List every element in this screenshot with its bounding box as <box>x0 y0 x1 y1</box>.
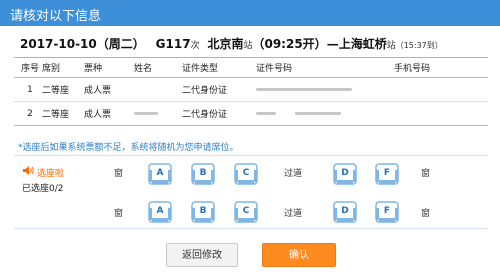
window-label-left: 窗 <box>114 209 124 219</box>
seat-a-letter: A <box>156 206 164 216</box>
seat-a-letter: A <box>156 168 164 178</box>
seat-a-row-1[interactable]: A <box>147 162 173 188</box>
seat-select-title: 选座啦 <box>37 168 65 179</box>
page-header: 请核对以下信息 <box>0 0 500 26</box>
row-phone <box>394 77 488 102</box>
seat-f-row-2[interactable]: F <box>374 200 400 226</box>
seat-d-letter: D <box>341 206 349 216</box>
table-row: 1 二等座 成人票 二代身份证 <box>14 77 488 102</box>
row-no: 1 <box>14 77 42 102</box>
row-ticket-type: 成人票 <box>84 101 134 126</box>
train-suffix: 次 <box>190 41 200 51</box>
seat-d-row-2[interactable]: D <box>332 200 358 226</box>
header-id-type: 证件类型 <box>182 57 256 78</box>
from-suffix: 站 <box>243 41 253 51</box>
header-id-number: 证件号码 <box>256 57 394 78</box>
speaker-icon <box>22 165 34 179</box>
seat-b-row-2[interactable]: B <box>190 200 216 226</box>
page-title: 请核对以下信息 <box>10 9 102 24</box>
confirm-button[interactable]: 确认 <box>262 243 336 267</box>
seat-b-letter: B <box>199 168 207 178</box>
row-id-number-redacted <box>256 101 394 126</box>
seat-d-letter: D <box>341 168 349 178</box>
from-station: 北京南 <box>207 37 244 51</box>
seat-selector: 选座啦 已选座0/2 窗 A B C 过道 D F 窗 窗 A B C 过道 D… <box>14 155 488 229</box>
window-label-right: 窗 <box>421 169 431 179</box>
row-name <box>134 77 182 102</box>
table-row: 2 二等座 成人票 二代身份证 <box>14 101 488 126</box>
seat-selected-count: 已选座0/2 <box>22 184 64 194</box>
trip-info: 2017-10-10（周二） G117次 北京南站（09:25开）—上海虹桥站（… <box>20 35 480 55</box>
aisle-label: 过道 <box>284 169 303 179</box>
depart-time: （09:25开） <box>252 37 327 51</box>
back-modify-button[interactable]: 返回修改 <box>166 243 238 267</box>
seat-f-letter: F <box>383 206 391 216</box>
window-label-left: 窗 <box>114 169 124 179</box>
seat-select-status: 选座啦 已选座0/2 <box>22 166 64 194</box>
seat-c-row-1[interactable]: C <box>233 162 259 188</box>
route-separator: — <box>326 37 339 51</box>
row-no: 2 <box>14 101 42 126</box>
redacted-mark <box>256 87 352 91</box>
header-no: 序号 <box>14 57 42 78</box>
seat-f-row-1[interactable]: F <box>374 162 400 188</box>
redacted-mark <box>134 111 158 115</box>
header-phone: 手机号码 <box>394 57 488 78</box>
to-suffix: 站 <box>386 41 396 51</box>
redacted-mark <box>294 111 341 115</box>
header-seat-class: 席别 <box>42 57 84 78</box>
header-name: 姓名 <box>134 57 182 78</box>
window-label-right: 窗 <box>421 209 431 219</box>
row-id-type: 二代身份证 <box>182 77 256 102</box>
train-number: G117 <box>155 37 191 51</box>
seat-c-letter: C <box>242 168 250 178</box>
seat-c-row-2[interactable]: C <box>233 200 259 226</box>
arrive-time: （15:37到） <box>395 41 443 50</box>
table-header-row: 序号 席别 票种 姓名 证件类型 证件号码 手机号码 <box>14 57 488 78</box>
to-station: 上海虹桥 <box>338 37 387 51</box>
trip-weekday: （周二） <box>96 37 145 51</box>
aisle-label: 过道 <box>284 209 303 219</box>
seat-d-row-1[interactable]: D <box>332 162 358 188</box>
header-ticket-type: 票种 <box>84 57 134 78</box>
row-ticket-type: 成人票 <box>84 77 134 102</box>
row-seat-class: 二等座 <box>42 77 84 102</box>
seat-a-row-2[interactable]: A <box>147 200 173 226</box>
redacted-mark <box>256 111 276 115</box>
row-name-redacted <box>134 101 182 126</box>
seat-b-letter: B <box>199 206 207 216</box>
trip-date: 2017-10-10 <box>20 37 97 51</box>
row-id-number-redacted <box>256 77 394 102</box>
seat-c-letter: C <box>242 206 250 216</box>
row-seat-class: 二等座 <box>42 101 84 126</box>
passenger-table: 序号 席别 票种 姓名 证件类型 证件号码 手机号码 1 二等座 成人票 二代身… <box>14 57 488 126</box>
seat-f-letter: F <box>383 168 391 178</box>
seat-notice: *选座后如果系统票额不足，系统将随机为您申请席位。 <box>18 143 239 153</box>
seat-b-row-1[interactable]: B <box>190 162 216 188</box>
row-id-type: 二代身份证 <box>182 101 256 126</box>
row-phone <box>394 101 488 126</box>
